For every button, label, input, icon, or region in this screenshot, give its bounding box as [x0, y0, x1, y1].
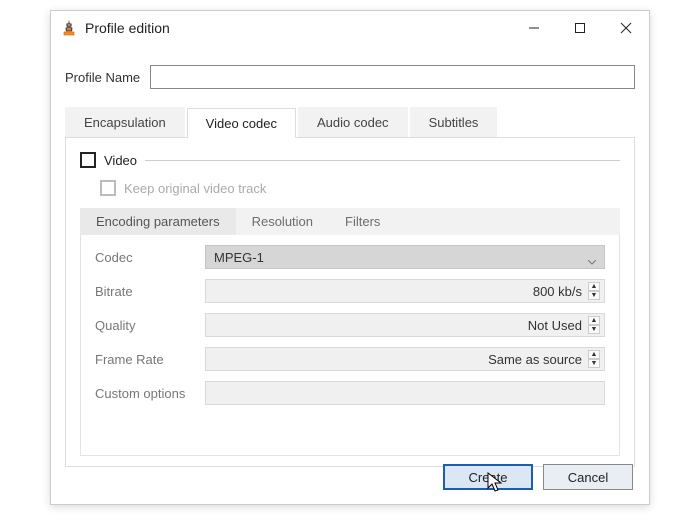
video-subtabs: Encoding parameters Resolution Filters: [80, 208, 620, 235]
profile-name-label: Profile Name: [65, 70, 150, 85]
codec-select[interactable]: MPEG-1: [205, 245, 605, 269]
quality-spinner[interactable]: Not Used ▲▼: [205, 313, 605, 337]
video-checkbox[interactable]: [80, 152, 96, 168]
spinner-buttons[interactable]: ▲▼: [588, 282, 600, 300]
subtab-encoding-parameters[interactable]: Encoding parameters: [80, 208, 236, 235]
video-codec-panel: Video Keep original video track Encoding…: [65, 138, 635, 467]
bitrate-value: 800 kb/s: [533, 284, 582, 299]
vlc-icon: [61, 20, 77, 36]
cancel-button[interactable]: Cancel: [543, 464, 633, 490]
maximize-button[interactable]: [557, 11, 603, 45]
encoding-params-panel: Codec MPEG-1 Bitrate 800 kb/s ▲▼: [80, 235, 620, 456]
codec-value: MPEG-1: [214, 250, 264, 265]
profile-name-input[interactable]: [150, 65, 635, 89]
bitrate-label: Bitrate: [95, 284, 205, 299]
framerate-row: Frame Rate Same as source ▲▼: [95, 347, 605, 371]
tab-encapsulation[interactable]: Encapsulation: [65, 107, 185, 137]
keep-original-row: Keep original video track: [100, 180, 620, 196]
tab-video-codec[interactable]: Video codec: [187, 108, 296, 138]
divider: [145, 160, 620, 161]
profile-edition-window: Profile edition Profile Name Encapsulati…: [50, 10, 650, 505]
window-title: Profile edition: [85, 20, 511, 36]
dialog-footer: Create Cancel: [443, 464, 633, 490]
keep-original-label: Keep original video track: [124, 181, 266, 196]
subtab-filters[interactable]: Filters: [329, 208, 396, 235]
quality-label: Quality: [95, 318, 205, 333]
tab-subtitles[interactable]: Subtitles: [410, 107, 498, 137]
framerate-label: Frame Rate: [95, 352, 205, 367]
keep-original-checkbox[interactable]: [100, 180, 116, 196]
spinner-buttons[interactable]: ▲▼: [588, 316, 600, 334]
codec-label: Codec: [95, 250, 205, 265]
spinner-buttons[interactable]: ▲▼: [588, 350, 600, 368]
tab-audio-codec[interactable]: Audio codec: [298, 107, 408, 137]
codec-row: Codec MPEG-1: [95, 245, 605, 269]
quality-row: Quality Not Used ▲▼: [95, 313, 605, 337]
close-button[interactable]: [603, 11, 649, 45]
custom-options-input[interactable]: [205, 381, 605, 405]
bitrate-row: Bitrate 800 kb/s ▲▼: [95, 279, 605, 303]
video-fieldset-header: Video: [80, 152, 620, 168]
create-button[interactable]: Create: [443, 464, 533, 490]
main-tabs: Encapsulation Video codec Audio codec Su…: [65, 107, 635, 138]
framerate-spinner[interactable]: Same as source ▲▼: [205, 347, 605, 371]
custom-options-label: Custom options: [95, 386, 205, 401]
video-checkbox-label: Video: [104, 153, 137, 168]
bitrate-spinner[interactable]: 800 kb/s ▲▼: [205, 279, 605, 303]
custom-options-row: Custom options: [95, 381, 605, 405]
chevron-down-icon: [588, 254, 596, 269]
minimize-button[interactable]: [511, 11, 557, 45]
framerate-value: Same as source: [488, 352, 582, 367]
subtab-resolution[interactable]: Resolution: [236, 208, 329, 235]
titlebar: Profile edition: [51, 11, 649, 45]
profile-name-row: Profile Name: [65, 65, 635, 89]
quality-value: Not Used: [528, 318, 582, 333]
